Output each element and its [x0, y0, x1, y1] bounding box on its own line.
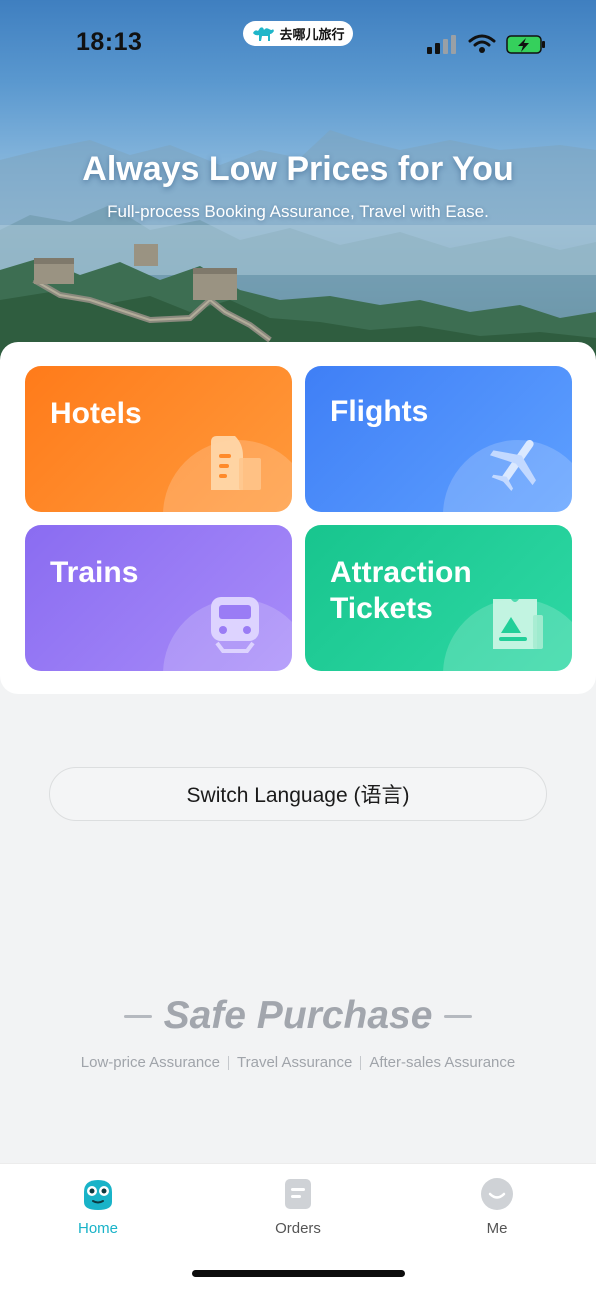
assurance-item-after-sales: After-sales Assurance [369, 1054, 516, 1071]
home-mascot-icon [84, 1180, 112, 1210]
profile-icon [481, 1178, 513, 1210]
app-indicator-pill[interactable]: 去哪儿旅行 [243, 21, 353, 46]
hotels-label: Hotels [50, 397, 142, 430]
hero-title: Always Low Prices for You [82, 150, 514, 188]
status-time: 18:13 [76, 28, 143, 56]
assurance-separator [360, 1055, 362, 1070]
tab-home-label: Home [77, 1220, 118, 1237]
status-bar: 18:13 去哪儿旅行 [0, 0, 596, 90]
tab-home[interactable]: Home [38, 1176, 158, 1246]
tab-orders-label: Orders [275, 1220, 321, 1237]
hotels-tile[interactable]: Hotels [25, 366, 292, 512]
tab-me-label: Me [486, 1220, 508, 1237]
assurance-separator [228, 1055, 229, 1070]
trains-label: Trains [50, 556, 139, 589]
home-indicator [192, 1270, 405, 1277]
status-icons [427, 34, 545, 54]
wifi-icon [468, 34, 496, 53]
hero-banner: 18:13 去哪儿旅行 Always Low Prices for You Fu… [0, 0, 596, 372]
flights-tile[interactable]: Flights [305, 366, 572, 512]
safe-purchase-heading: Safe Purchase [0, 994, 596, 1038]
orders-icon [285, 1179, 311, 1209]
hotel-building-icon [211, 436, 261, 490]
tab-orders[interactable]: Orders [238, 1176, 358, 1246]
assurance-item-travel: Travel Assurance [237, 1054, 353, 1071]
heading-dash-right [444, 1014, 473, 1018]
heading-dash-left [123, 1014, 152, 1018]
switch-language-button[interactable]: Switch Language (语言) [49, 767, 547, 821]
train-icon [211, 597, 259, 653]
airplane-icon [489, 439, 537, 492]
cellular-signal-icon [427, 35, 456, 54]
battery-charging-icon [506, 35, 545, 54]
trains-tile[interactable]: Trains [25, 525, 292, 671]
camel-logo-icon [253, 26, 275, 41]
tab-me[interactable]: Me [437, 1176, 557, 1246]
assurance-list: Low-price Assurance Travel Assurance Aft… [0, 1054, 596, 1071]
hero-subtitle: Full-process Booking Assurance, Travel w… [107, 202, 489, 221]
safe-purchase-title: Safe Purchase [163, 994, 433, 1037]
service-tiles-panel: Hotels Flights Trains Attraction Tickets [0, 342, 596, 694]
attraction-tickets-tile[interactable]: Attraction Tickets [305, 525, 572, 671]
ticket-icon [493, 599, 543, 649]
app-name: 去哪儿旅行 [279, 28, 345, 43]
flights-label: Flights [330, 395, 429, 428]
assurance-item-low-price: Low-price Assurance [80, 1054, 220, 1071]
